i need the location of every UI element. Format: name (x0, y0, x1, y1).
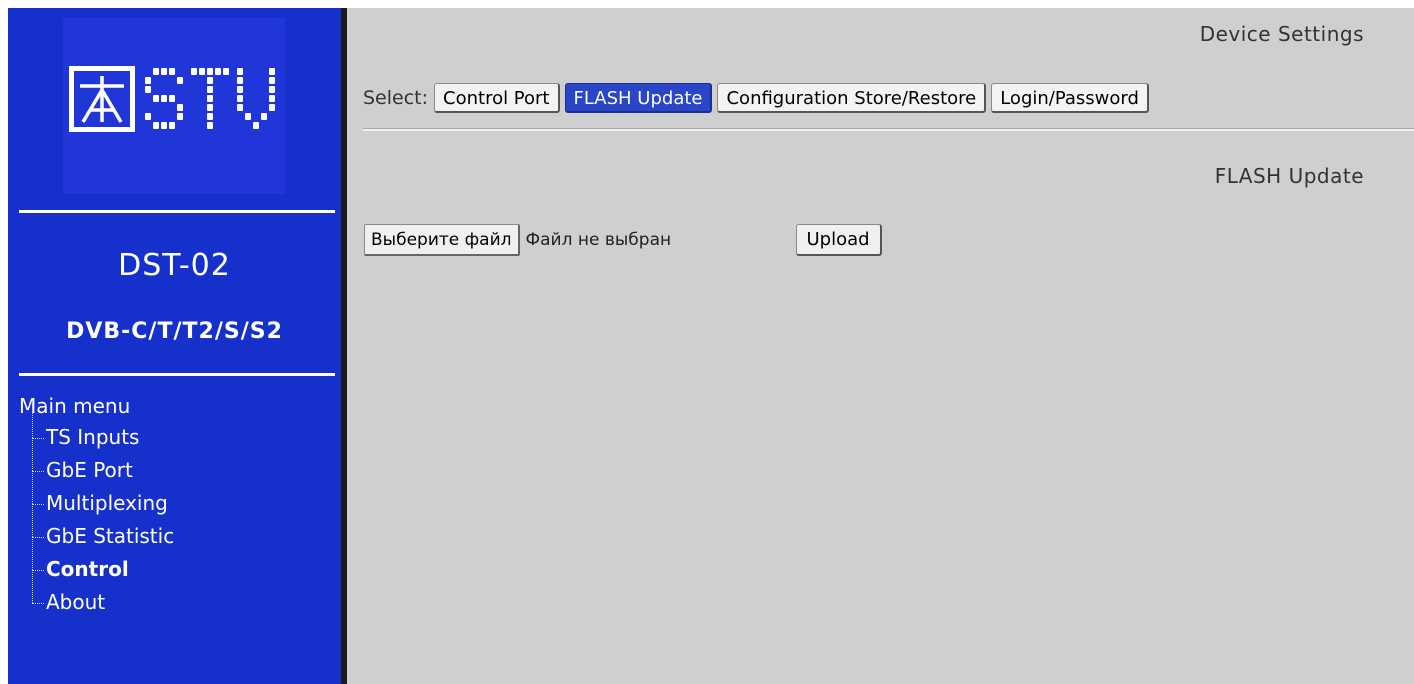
choose-file-button[interactable]: Выберите файл (364, 224, 520, 256)
upload-button[interactable]: Upload (795, 224, 882, 256)
tab-control-port[interactable]: Control Port (434, 83, 560, 113)
device-model: DST-02 (118, 248, 231, 283)
menu-item-gbe-port[interactable]: GbE Port (32, 437, 174, 487)
menu-item-about[interactable]: About (32, 569, 174, 619)
menu-item-gbe-statistic[interactable]: GbE Statistic (32, 503, 174, 553)
content-divider (363, 128, 1414, 131)
tab-configuration-store-restore[interactable]: Configuration Store/Restore (717, 83, 987, 113)
sidebar-divider (19, 210, 335, 213)
file-status: Файл не выбран (525, 230, 672, 250)
logo (63, 18, 285, 194)
main-panel: Device Settings Select: Control Port FLA… (347, 8, 1414, 684)
file-upload-row: Выберите файл Файл не выбран Upload (364, 224, 882, 256)
menu-item-multiplexing[interactable]: Multiplexing (32, 470, 174, 520)
section-title: FLASH Update (1214, 164, 1364, 188)
tab-login-password[interactable]: Login/Password (991, 83, 1149, 113)
tab-bar: Select: Control Port FLASH Update Config… (363, 83, 1154, 113)
page-title: Device Settings (1199, 22, 1364, 46)
menu-item-control[interactable]: Control (32, 536, 174, 586)
menu-title: Main menu (19, 394, 131, 418)
device-standards: DVB-C/T/T2/S/S2 (66, 319, 283, 344)
tab-flash-update[interactable]: FLASH Update (564, 83, 713, 113)
sidebar: DST-02 DVB-C/T/T2/S/S2 Main menu TS Inpu… (8, 8, 341, 684)
stv-tower-logo-icon (69, 66, 275, 132)
menu-item-ts-inputs[interactable]: TS Inputs (32, 404, 174, 454)
sidebar-divider (19, 373, 335, 376)
select-label: Select: (363, 87, 429, 109)
main-menu: TS Inputs GbE Port Multiplexing GbE Stat… (32, 404, 174, 619)
